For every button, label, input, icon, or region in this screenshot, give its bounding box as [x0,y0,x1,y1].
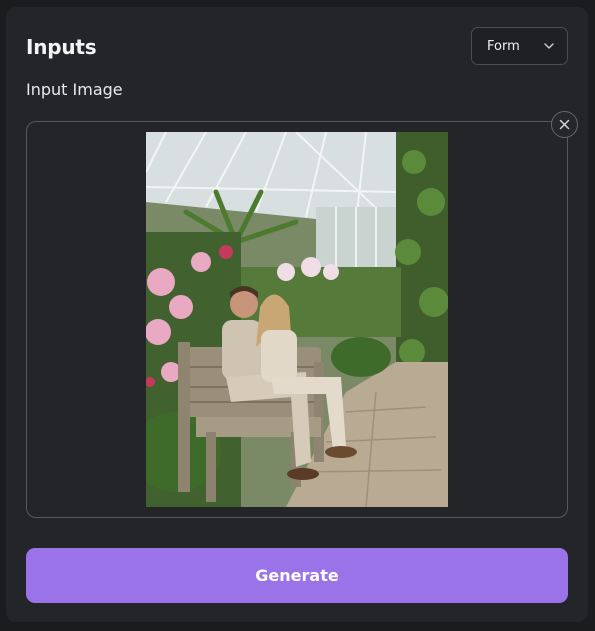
input-image-label: Input Image [26,80,123,99]
mode-select[interactable]: Form [471,27,568,65]
generate-button[interactable]: Generate [26,548,568,603]
close-icon [559,119,570,130]
chevron-down-icon [544,43,554,49]
panel-title: Inputs [26,35,97,59]
remove-image-button[interactable] [551,111,578,138]
input-image-preview [146,132,448,507]
mode-select-value: Form [487,38,520,54]
inputs-panel: Inputs Form Input Image Generate [6,7,588,622]
